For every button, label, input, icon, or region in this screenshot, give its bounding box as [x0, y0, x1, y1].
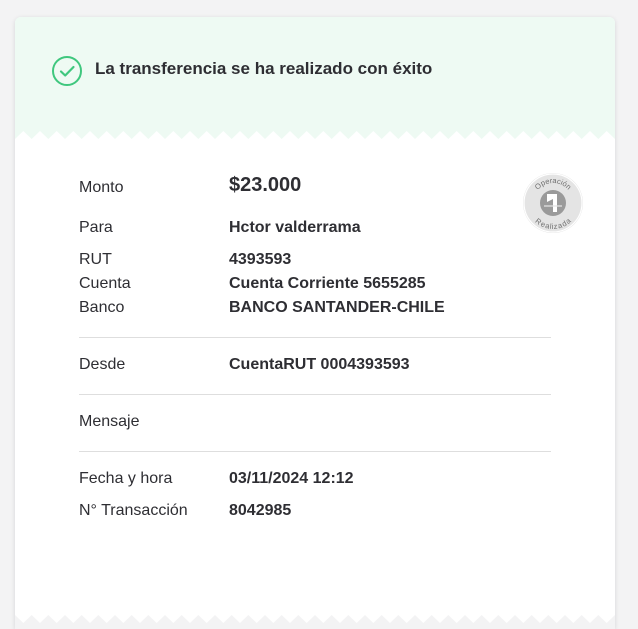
transaction-number-label: N° Transacción	[79, 502, 188, 519]
amount-value: $23.000	[229, 174, 302, 196]
recipient-value: Hctor valderrama	[229, 219, 361, 236]
divider	[79, 337, 551, 338]
bank-value: BANCO SANTANDER-CHILE	[229, 299, 445, 316]
account-label: Cuenta	[79, 275, 131, 292]
rut-label: RUT	[79, 251, 112, 268]
recipient-label: Para	[79, 219, 113, 236]
account-value: Cuenta Corriente 5655285	[229, 275, 426, 292]
rut-value: 4393593	[229, 251, 292, 268]
transaction-number-value: 8042985	[229, 502, 292, 519]
transfer-receipt-card: La transferencia se ha realizado con éxi…	[15, 17, 615, 629]
success-message: La transferencia se ha realizado con éxi…	[95, 59, 433, 78]
success-header: La transferencia se ha realizado con éxi…	[15, 17, 615, 127]
amount-label: Monto	[79, 179, 124, 196]
message-label: Mensaje	[79, 413, 140, 430]
check-circle-icon	[52, 56, 82, 86]
operation-completed-stamp: Operación Realizada	[523, 173, 583, 233]
divider	[79, 451, 551, 452]
divider	[79, 394, 551, 395]
receipt-top-edge	[15, 127, 615, 139]
datetime-value: 03/11/2024 12:12	[229, 470, 354, 487]
bank-label: Banco	[79, 299, 125, 316]
from-value: CuentaRUT 0004393593	[229, 356, 410, 373]
from-label: Desde	[79, 356, 126, 373]
datetime-label: Fecha y hora	[79, 470, 173, 487]
receipt-bottom-edge	[15, 615, 615, 629]
